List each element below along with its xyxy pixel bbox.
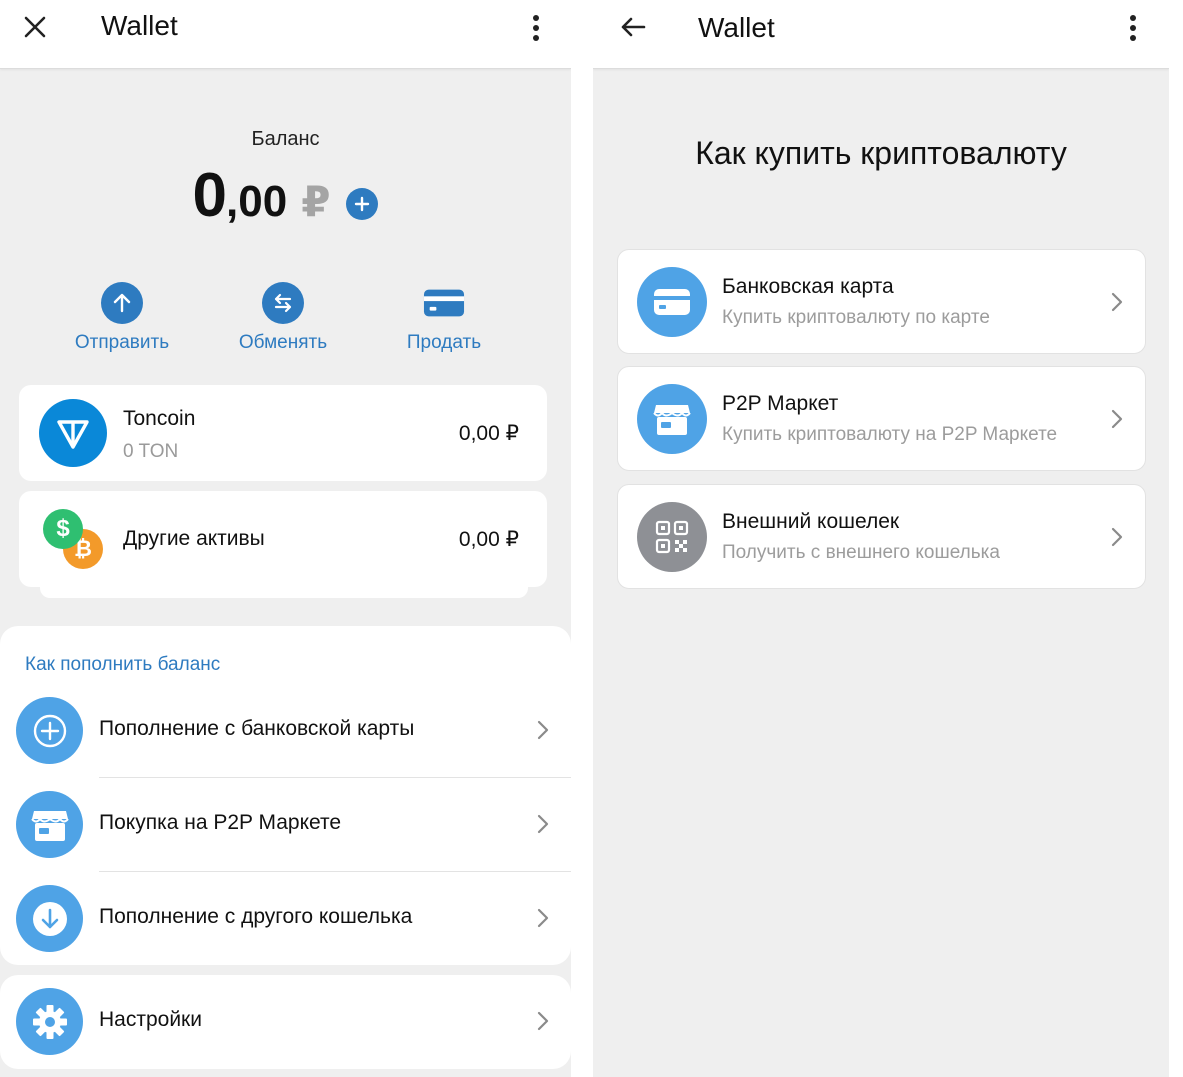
option-subtitle: Купить криптовалюту на P2P Маркете [722, 424, 1058, 445]
chevron-right-icon [533, 814, 553, 834]
asset-name: Toncoin [123, 407, 196, 430]
send-button[interactable]: Отправить [47, 282, 197, 354]
chevron-right-icon [1107, 409, 1127, 429]
sell-label: Продать [406, 332, 482, 353]
card-icon [637, 267, 707, 337]
option-external-wallet[interactable]: Внешний кошелек Получить с внешнего коше… [617, 484, 1146, 589]
plus-icon [355, 196, 370, 211]
top-bar: Wallet [0, 0, 571, 69]
back-arrow-icon[interactable] [615, 9, 651, 45]
asset-toncoin[interactable]: Toncoin 0 TON 0,00 ₽ [19, 385, 547, 481]
balance-currency: ₽ [301, 178, 331, 225]
option-bank-card[interactable]: Банковская карта Купить криптовалюту по … [617, 249, 1146, 354]
option-p2p-market[interactable]: P2P Маркет Купить криптовалюту на P2P Ма… [617, 366, 1146, 471]
swap-icon [262, 282, 304, 324]
send-label: Отправить [74, 332, 170, 353]
row-label: Покупка на P2P Маркете [99, 811, 342, 834]
chevron-right-icon [533, 1011, 553, 1031]
topup-bank-card[interactable]: Пополнение с банковской карты [0, 684, 571, 778]
asset-value: 0,00 ₽ [458, 422, 519, 445]
asset-amount: 0 TON [123, 441, 179, 462]
topup-other-wallet[interactable]: Пополнение с другого кошелька [0, 872, 571, 966]
qr-code-icon [637, 502, 707, 572]
balance-amount: 0 ,00 ₽ [0, 160, 571, 231]
download-icon [16, 885, 83, 952]
asset-name: Другие активы [123, 527, 265, 550]
plus-circle-icon [16, 697, 83, 764]
chevron-right-icon [533, 908, 553, 928]
gear-icon [16, 988, 83, 1055]
exchange-label: Обменять [238, 332, 328, 353]
top-bar: Wallet [593, 0, 1169, 69]
option-title: Банковская карта [722, 275, 894, 298]
topup-section: Как пополнить баланс Пополнение с банков… [0, 626, 571, 965]
balance-decimal: ,00 [226, 177, 288, 226]
page-title: Как купить криптовалюту [695, 135, 1067, 171]
sell-button[interactable]: Продать [369, 282, 519, 354]
app-title: Wallet [698, 12, 775, 43]
settings-row[interactable]: Настройки [0, 975, 571, 1069]
store-icon [16, 791, 83, 858]
app-title: Wallet [101, 10, 178, 41]
asset-other[interactable]: ₿ $ Другие активы 0,00 ₽ [19, 491, 547, 587]
row-label: Пополнение с банковской карты [99, 717, 415, 740]
asset-value: 0,00 ₽ [458, 528, 519, 551]
card-icon [423, 282, 465, 324]
chevron-right-icon [1107, 527, 1127, 547]
buy-crypto-screen: Wallet Как купить криптовалюту Банковска… [593, 0, 1169, 1077]
wallet-main-screen: Wallet Баланс 0 ,00 ₽ Отправить Обменять… [0, 0, 571, 1077]
more-vertical-icon[interactable] [1119, 8, 1147, 48]
row-label: Пополнение с другого кошелька [99, 905, 413, 928]
crypto-coins-icon: ₿ $ [41, 507, 105, 571]
close-icon[interactable] [17, 9, 53, 45]
option-subtitle: Купить криптовалюту по карте [722, 307, 990, 328]
store-icon [637, 384, 707, 454]
topup-section-title: Как пополнить баланс [25, 654, 221, 675]
option-title: Внешний кошелек [722, 510, 900, 533]
balance-label: Баланс [251, 128, 320, 150]
row-label: Настройки [99, 1008, 202, 1031]
arrow-up-icon [101, 282, 143, 324]
option-subtitle: Получить с внешнего кошелька [722, 542, 1000, 563]
balance-integer: 0 [192, 161, 227, 230]
topup-p2p-market[interactable]: Покупка на P2P Маркете [0, 778, 571, 872]
exchange-button[interactable]: Обменять [208, 282, 358, 354]
add-balance-button[interactable] [346, 187, 379, 220]
chevron-right-icon [1107, 292, 1127, 312]
chevron-right-icon [533, 720, 553, 740]
option-title: P2P Маркет [722, 392, 839, 415]
more-vertical-icon[interactable] [522, 8, 550, 48]
toncoin-icon [39, 399, 107, 467]
settings-section: Настройки [0, 975, 571, 1069]
